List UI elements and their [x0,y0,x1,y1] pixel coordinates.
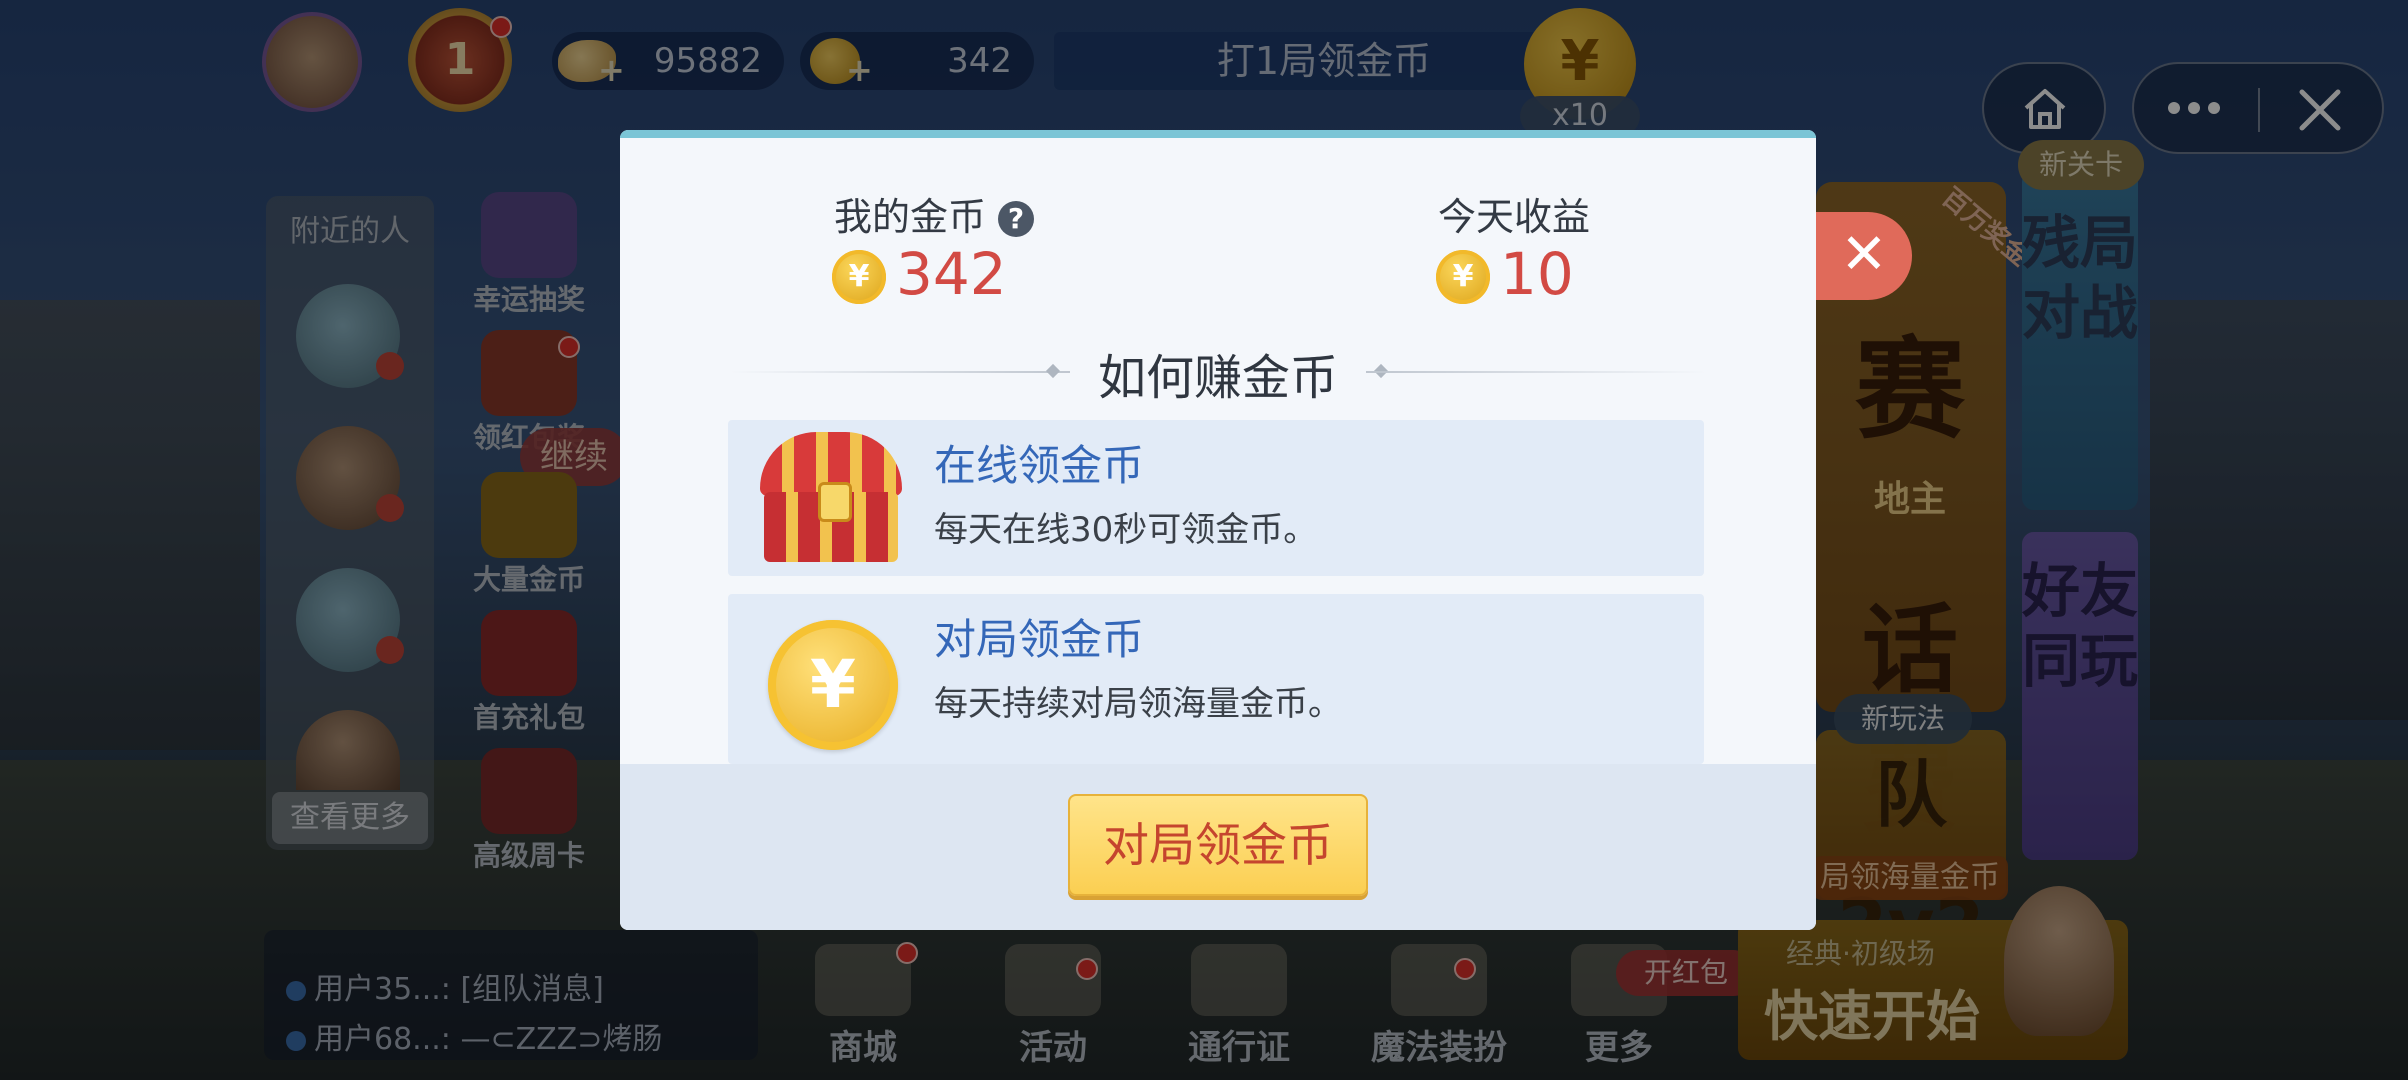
today-earnings-label: 今天收益 [1438,195,1591,239]
match-coins-card: ¥ 对局领金币 每天持续对局领海量金币。 [728,594,1704,764]
my-coins-label-row: 我的金币? [834,186,1035,241]
card-title: 对局领金币 [934,615,1145,664]
my-coins-label: 我的金币 [834,195,987,239]
section-title: 如何赚金币 [1097,350,1338,406]
card-description: 每天在线30秒可领金币。 [934,510,1318,550]
coin-icon: ¥ [832,250,886,304]
online-coins-card: 在线领金币 每天在线30秒可领金币。 [728,420,1704,576]
dialog-accent-line [620,130,1816,138]
close-icon: ✕ [1840,222,1888,287]
card-title: 在线领金币 [934,441,1145,490]
play-for-coins-button[interactable]: 对局领金币 [1068,794,1368,896]
close-dialog-button[interactable]: ✕ [1816,212,1912,300]
coin-icon: ¥ [1436,250,1490,304]
help-icon[interactable]: ? [998,201,1035,237]
treasure-chest-icon [748,432,914,564]
earn-coins-dialog: 我的金币? ¥ 342 今天收益 ¥ 10 如何赚金币 在线领金币 每天在线30… [620,130,1816,930]
gold-coin-icon: ¥ [768,620,898,750]
my-coins-value: 342 [896,240,1007,308]
divider-right [1366,371,1706,373]
today-earnings-value: 10 [1500,240,1574,308]
card-description: 每天持续对局领海量金币。 [934,684,1342,724]
